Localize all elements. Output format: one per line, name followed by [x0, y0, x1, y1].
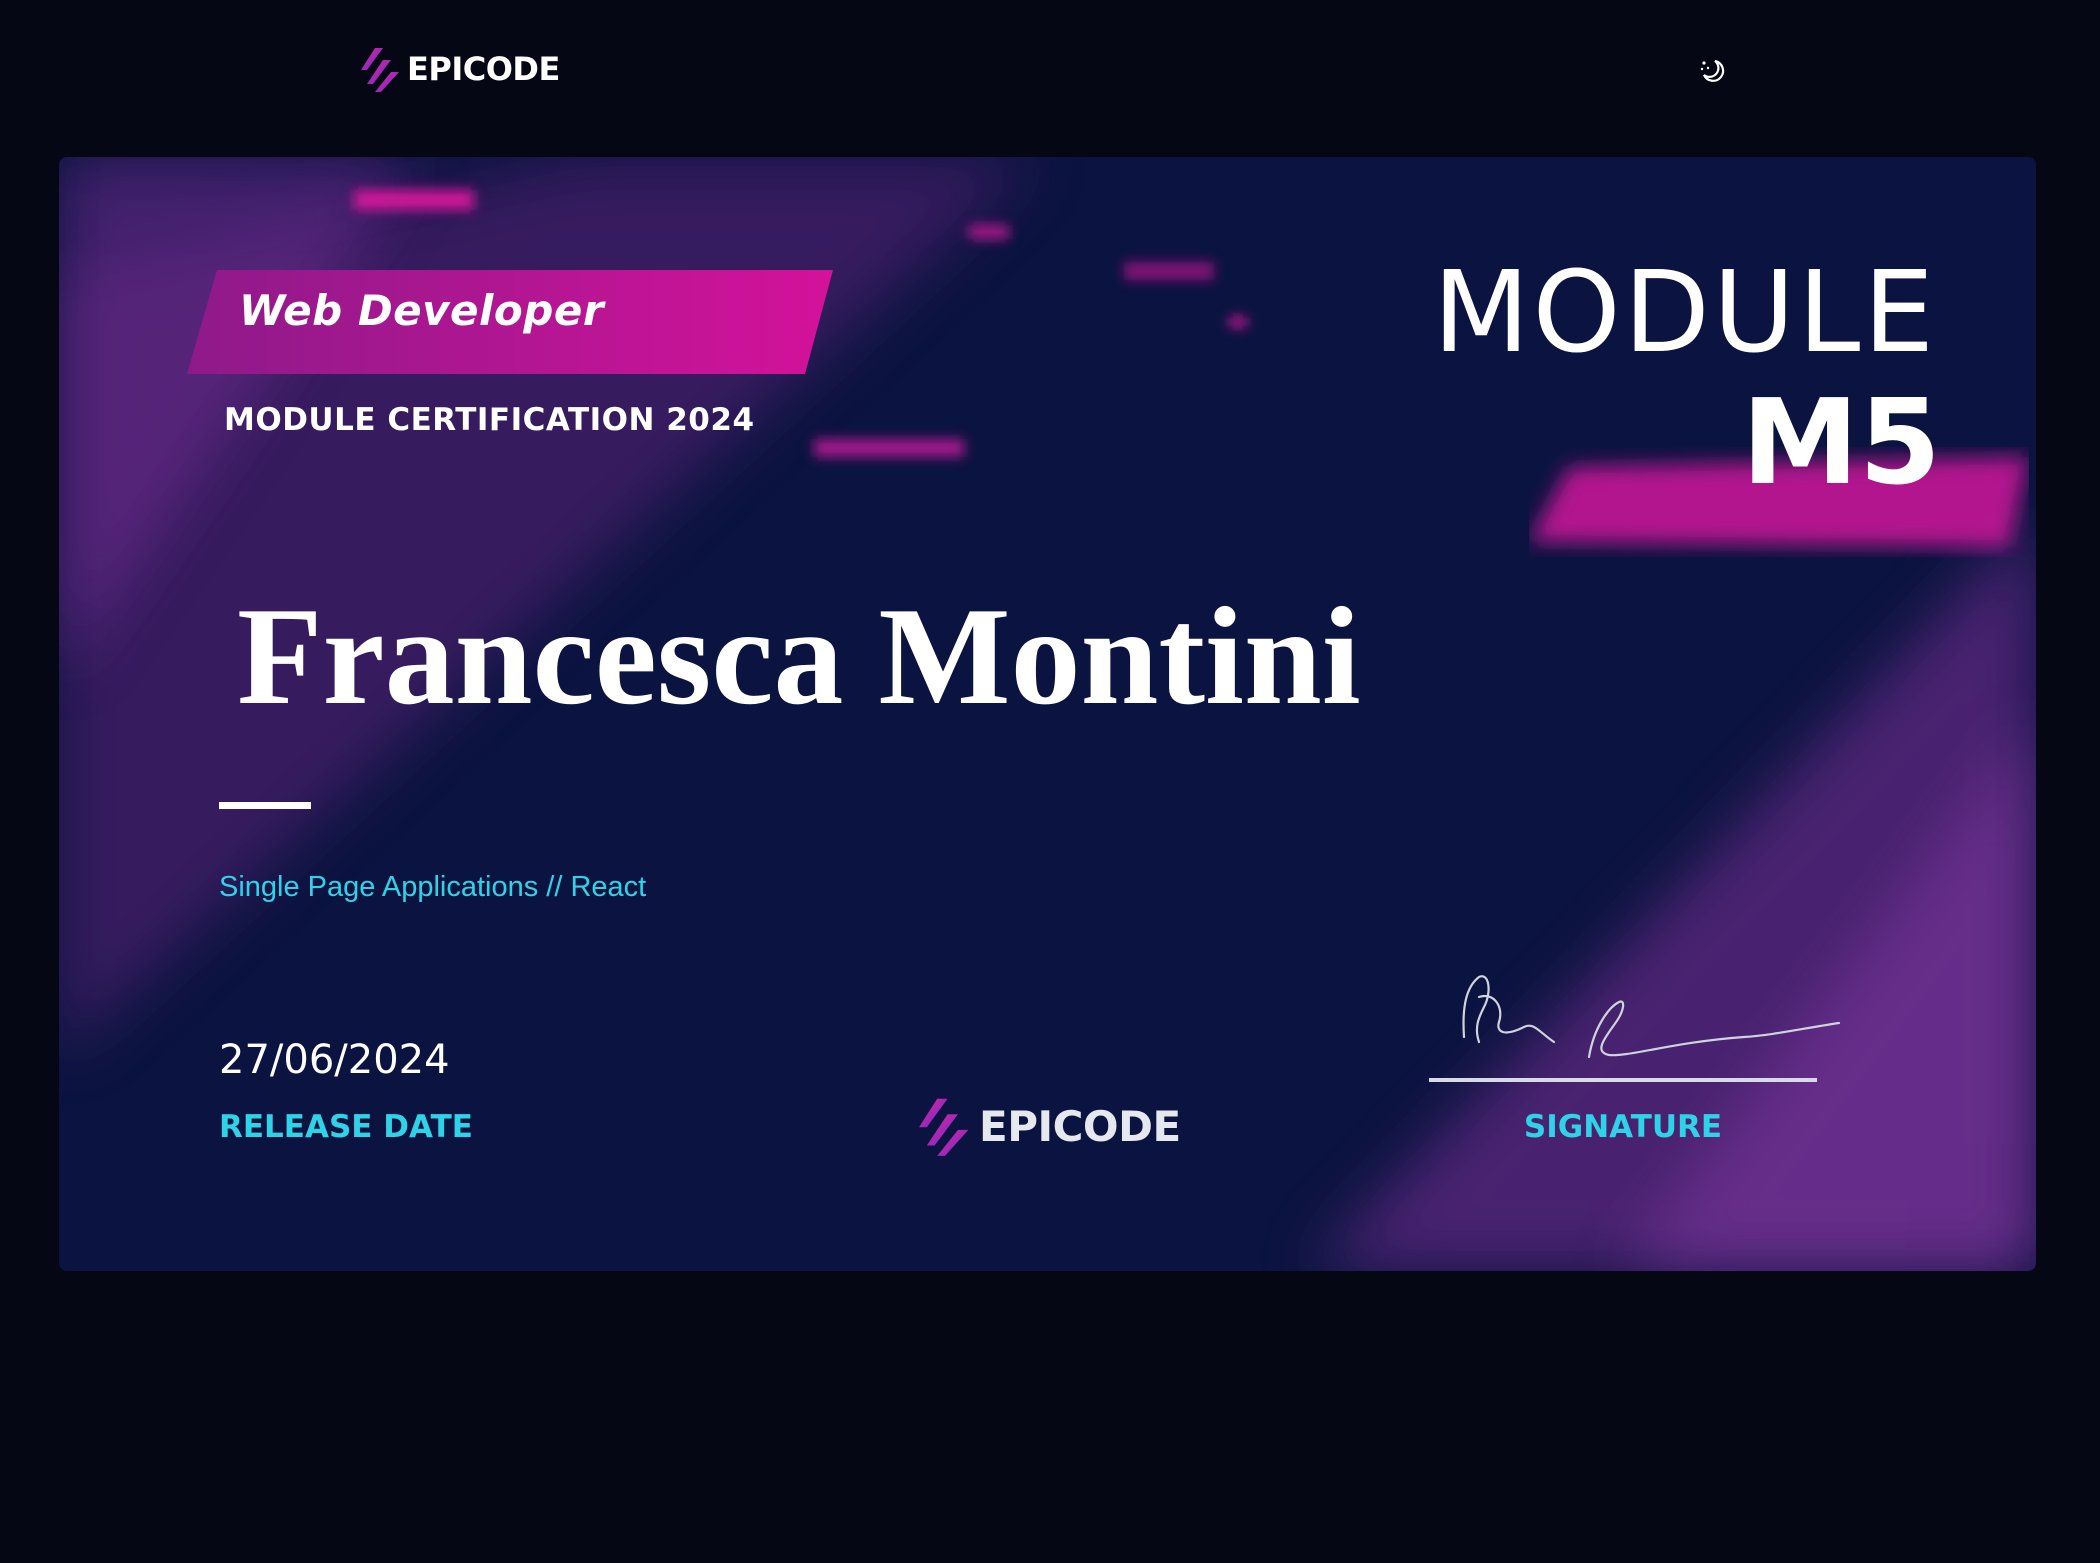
recipient-name: Francesca Montini — [237, 579, 1361, 734]
release-date-label: RELEASE DATE — [219, 1109, 473, 1145]
moon-stars-icon — [1700, 59, 1725, 82]
signature-label: SIGNATURE — [1523, 1109, 1723, 1145]
module-code: M5 — [1741, 373, 1941, 511]
signature-line — [1429, 1078, 1817, 1082]
handwritten-signature — [1462, 975, 1841, 1059]
certificate-logo: EPICODE — [919, 1095, 1181, 1157]
top-bar: EPICODE — [0, 0, 2100, 140]
certificate-card: Web Developer MODULE CERTIFICATION 2024 … — [59, 157, 2036, 1271]
course-title: Single Page Applications // React — [219, 871, 647, 903]
logo-text: EPICODE — [407, 50, 560, 88]
name-divider — [219, 802, 311, 809]
theme-toggle-button[interactable] — [1696, 54, 1730, 88]
epicode-logo-icon — [919, 1098, 969, 1156]
epicode-logo[interactable]: EPICODE — [361, 46, 560, 92]
epicode-logo-icon — [361, 48, 399, 92]
role-title: Web Developer — [239, 286, 605, 335]
module-heading: MODULE — [1432, 248, 1937, 378]
release-date-value: 27/06/2024 — [219, 1037, 450, 1083]
certification-subtitle: MODULE CERTIFICATION 2024 — [224, 402, 755, 438]
certificate-logo-text: EPICODE — [979, 1101, 1181, 1151]
